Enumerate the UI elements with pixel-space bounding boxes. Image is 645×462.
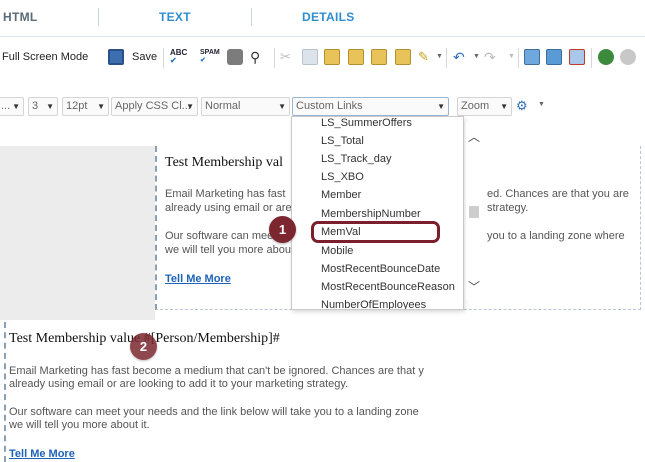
tab-html[interactable]: HTML — [3, 10, 38, 24]
paragraph-style-select[interactable]: Normal ▼ — [201, 97, 290, 116]
editor-toolbar-main: Full Screen Mode Save ABC ✔ SPAM ✔ ⚲ ✂ ✎ ▼… — [0, 40, 645, 76]
save-icon[interactable] — [108, 49, 124, 65]
toolbar-divider — [163, 48, 164, 68]
preview-paragraph-line: you to a landing zone where — [487, 230, 625, 242]
chevron-down-icon: ▼ — [500, 102, 508, 111]
dropdown-option[interactable]: NumberOfEmployees — [321, 299, 426, 309]
print-icon[interactable] — [227, 49, 243, 65]
editor-tabs: HTML TEXT DETAILS — [0, 0, 645, 37]
dropdown-option[interactable]: Member — [321, 189, 361, 201]
zoom-value: Zoom — [461, 100, 490, 112]
step-callout-2: 2 — [130, 333, 157, 360]
edit-paragraph-line[interactable]: Email Marketing has fast become a medium… — [9, 365, 424, 377]
toolbar-divider — [591, 48, 592, 68]
toolbar-divider — [446, 48, 447, 68]
chevron-down-icon[interactable]: ▼ — [508, 53, 515, 60]
preview-title: Test Membership val — [165, 155, 283, 170]
format-painter-icon[interactable]: ✎ — [418, 49, 434, 65]
zoom-select[interactable]: Zoom ▼ — [457, 97, 512, 116]
highlight-box — [311, 221, 440, 243]
font-name-value: ... — [1, 100, 11, 112]
tab-details[interactable]: DETAILS — [302, 10, 355, 24]
edit-paragraph-line[interactable]: we will tell you more about it. — [9, 419, 150, 431]
scroll-thumb[interactable] — [469, 206, 479, 218]
preview-paragraph-line: ed. Chances are that you are — [487, 188, 629, 200]
paragraph-style-value: Normal — [205, 100, 241, 112]
chevron-down-icon: ▼ — [186, 102, 194, 111]
css-class-value: Apply CSS Cl... — [115, 100, 191, 112]
font-size-value: 3 — [32, 100, 39, 112]
font-name-select[interactable]: ... ▼ — [0, 97, 24, 116]
paste-word-icon[interactable] — [371, 49, 387, 65]
preview-tell-me-more-link[interactable]: Tell Me More — [165, 273, 231, 285]
spellcheck-icon[interactable]: ABC ✔ — [170, 49, 187, 65]
unlink-icon[interactable] — [620, 49, 636, 65]
scroll-up-icon[interactable]: ︿ — [468, 128, 480, 145]
preview-paragraph-line: Our software can meet y — [165, 230, 285, 242]
find-icon[interactable]: ⚲ — [250, 49, 266, 65]
edit-paragraph-line[interactable]: already using email or are looking to ad… — [9, 378, 348, 390]
css-class-select[interactable]: Apply CSS Cl... ▼ — [111, 97, 198, 116]
chevron-down-icon: ▼ — [278, 102, 286, 111]
link-icon[interactable] — [598, 49, 614, 65]
custom-links-dropdown-list[interactable]: LS_SummerOffers LS_Total LS_Track_day LS… — [291, 116, 464, 310]
dropdown-option[interactable]: LS_XBO — [321, 171, 364, 183]
content-edit-block[interactable]: Test Membership value #[Person/Membershi… — [4, 322, 432, 462]
save-button[interactable]: Save — [132, 51, 157, 63]
tab-text[interactable]: TEXT — [159, 10, 191, 24]
paste-text-icon[interactable] — [348, 49, 364, 65]
copy-icon[interactable] — [302, 49, 318, 65]
step-callout-1: 1 — [269, 216, 296, 243]
paste-special-icon[interactable] — [395, 49, 411, 65]
chevron-down-icon: ▼ — [46, 102, 54, 111]
edit-tell-me-more-link[interactable]: Tell Me More — [9, 448, 75, 460]
chevron-down-icon[interactable]: ▼ — [436, 53, 443, 60]
chevron-down-icon: ▼ — [12, 102, 20, 111]
image-icon[interactable] — [524, 49, 540, 65]
dropdown-scrollbar[interactable]: ︿ ﹀ — [466, 122, 482, 300]
dropdown-option[interactable]: MembershipNumber — [321, 208, 421, 220]
font-size-pt-select[interactable]: 12pt ▼ — [62, 97, 109, 116]
chevron-down-icon[interactable]: ▼ — [473, 53, 480, 60]
dropdown-option[interactable]: MostRecentBounceReason — [321, 281, 455, 293]
module-icon[interactable]: ⚙ — [516, 98, 532, 114]
edit-paragraph-line[interactable]: Our software can meet your needs and the… — [9, 406, 419, 418]
dropdown-option[interactable]: MostRecentBounceDate — [321, 263, 440, 275]
chevron-down-icon[interactable]: ▼ — [538, 101, 545, 108]
full-screen-button[interactable]: Full Screen Mode — [2, 51, 88, 63]
toolbar-divider — [274, 48, 275, 68]
preview-paragraph-line: Email Marketing has fast — [165, 188, 286, 200]
flash-icon[interactable] — [546, 49, 562, 65]
dropdown-option[interactable]: LS_SummerOffers — [321, 117, 412, 129]
paste-icon[interactable] — [324, 49, 340, 65]
editor-margin — [0, 146, 155, 320]
custom-links-select[interactable]: Custom Links ▼ — [292, 97, 449, 116]
preview-paragraph-line: already using email or are — [165, 202, 292, 214]
font-size-pt-value: 12pt — [66, 100, 88, 112]
dropdown-option[interactable]: Mobile — [321, 245, 353, 257]
font-size-select[interactable]: 3 ▼ — [28, 97, 58, 116]
scroll-down-icon[interactable]: ﹀ — [468, 278, 480, 295]
media-icon[interactable] — [569, 49, 585, 65]
preview-paragraph-line: strategy. — [487, 202, 529, 214]
dropdown-option[interactable]: LS_Total — [321, 135, 364, 147]
preview-paragraph-line: we will tell you more abou — [165, 244, 291, 256]
spellcheck-dropdown-icon[interactable]: SPAM ✔ — [200, 49, 220, 65]
dropdown-option[interactable]: LS_Track_day — [321, 153, 392, 165]
custom-links-value: Custom Links — [296, 100, 363, 112]
cut-icon[interactable]: ✂ — [280, 49, 296, 65]
toolbar-divider — [518, 48, 519, 68]
redo-icon[interactable]: ↷ — [484, 49, 500, 65]
tab-divider — [251, 8, 252, 26]
chevron-down-icon: ▼ — [97, 102, 105, 111]
tab-divider — [98, 8, 99, 26]
undo-icon[interactable]: ↶ — [453, 49, 469, 65]
chevron-down-icon: ▼ — [437, 102, 445, 111]
